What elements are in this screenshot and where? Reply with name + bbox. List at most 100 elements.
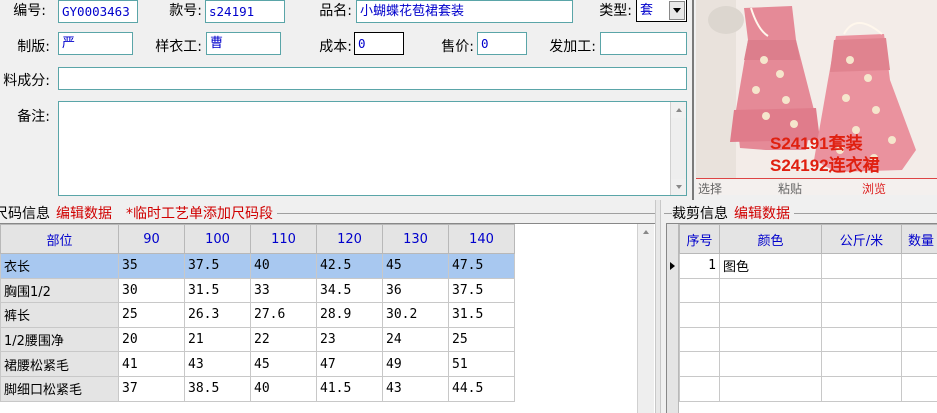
table-row[interactable]: [679, 277, 937, 304]
size-col-130[interactable]: 130: [382, 224, 449, 254]
table-cell[interactable]: [901, 302, 937, 328]
cut-edit-link[interactable]: 编辑数据: [734, 206, 790, 222]
table-cell[interactable]: 40: [250, 375, 317, 402]
size-col-120[interactable]: 120: [316, 224, 383, 254]
table-cell[interactable]: 20: [118, 326, 185, 353]
table-cell[interactable]: 衣长: [0, 253, 119, 279]
price-field[interactable]: 0: [477, 32, 527, 55]
table-cell[interactable]: 21: [184, 326, 251, 353]
remark-scrollbar[interactable]: [670, 102, 686, 195]
table-row[interactable]: [679, 351, 937, 377]
table-cell[interactable]: 裙腰松紧毛: [0, 351, 119, 377]
table-cell[interactable]: 45: [382, 253, 449, 279]
size-col-110[interactable]: 110: [250, 224, 317, 254]
table-cell[interactable]: [719, 326, 822, 353]
table-cell[interactable]: 图色: [719, 253, 822, 279]
table-row[interactable]: 1 图色: [679, 253, 937, 279]
table-cell[interactable]: 51: [448, 351, 515, 377]
cut-col-weight[interactable]: 公斤/米: [821, 224, 902, 254]
table-cell[interactable]: [719, 351, 822, 377]
size-col-part[interactable]: 部位: [0, 224, 119, 254]
size-col-90[interactable]: 90: [118, 224, 185, 254]
table-row[interactable]: [679, 302, 937, 328]
scroll-down-icon[interactable]: [671, 179, 686, 195]
cost-field[interactable]: 0: [354, 32, 404, 55]
table-cell[interactable]: [821, 351, 902, 377]
table-cell[interactable]: 41.5: [316, 375, 383, 402]
table-cell[interactable]: [901, 351, 937, 377]
code-field[interactable]: GY0003463: [58, 0, 138, 23]
table-cell[interactable]: [821, 277, 902, 304]
cut-col-index[interactable]: 序号: [679, 224, 720, 254]
grid-splitter[interactable]: [655, 200, 661, 413]
table-cell[interactable]: 34.5: [316, 277, 383, 304]
table-cell[interactable]: 42.5: [316, 253, 383, 279]
table-cell[interactable]: 1: [679, 253, 720, 279]
table-cell[interactable]: 37: [118, 375, 185, 402]
table-cell[interactable]: 30: [118, 277, 185, 304]
table-cell[interactable]: [901, 375, 937, 402]
table-row[interactable]: 1/2腰围净 20 21 22 23 24 25: [0, 326, 515, 353]
cut-col-color[interactable]: 颜色: [719, 224, 822, 254]
table-cell[interactable]: [821, 253, 902, 279]
table-cell[interactable]: 40: [250, 253, 317, 279]
table-cell[interactable]: [719, 302, 822, 328]
remark-textarea[interactable]: [58, 101, 687, 196]
table-cell[interactable]: 23: [316, 326, 383, 353]
table-cell[interactable]: 41: [118, 351, 185, 377]
table-row[interactable]: [679, 375, 937, 402]
table-cell[interactable]: 22: [250, 326, 317, 353]
size-col-140[interactable]: 140: [448, 224, 515, 254]
table-cell[interactable]: 49: [382, 351, 449, 377]
table-cell[interactable]: 36: [382, 277, 449, 304]
style-no-field[interactable]: s24191: [205, 0, 285, 23]
table-cell[interactable]: 43: [184, 351, 251, 377]
table-cell[interactable]: [901, 277, 937, 304]
scroll-up-icon[interactable]: [671, 102, 686, 118]
table-cell[interactable]: 31.5: [448, 302, 515, 328]
table-cell[interactable]: 裤长: [0, 302, 119, 328]
table-cell[interactable]: 28.9: [316, 302, 383, 328]
table-cell[interactable]: 30.2: [382, 302, 449, 328]
product-photo[interactable]: S24191套装 S24192连衣裙: [696, 0, 937, 180]
table-cell[interactable]: 25: [448, 326, 515, 353]
table-cell[interactable]: 胸围1/2: [0, 277, 119, 304]
table-cell[interactable]: [719, 375, 822, 402]
table-cell[interactable]: [679, 375, 720, 402]
table-cell[interactable]: 35: [118, 253, 185, 279]
table-row[interactable]: 脚细口松紧毛 37 38.5 40 41.5 43 44.5: [0, 375, 515, 402]
cut-col-quantity[interactable]: 数量: [901, 224, 937, 254]
table-cell[interactable]: 43: [382, 375, 449, 402]
browse-image-link[interactable]: 浏览: [862, 180, 886, 197]
table-cell[interactable]: [679, 326, 720, 353]
table-cell[interactable]: [901, 253, 937, 279]
pattern-maker-field[interactable]: 严: [58, 32, 133, 55]
size-edit-link[interactable]: 编辑数据: [56, 206, 112, 222]
table-cell[interactable]: 1/2腰围净: [0, 326, 119, 353]
table-cell[interactable]: [901, 326, 937, 353]
table-cell[interactable]: 44.5: [448, 375, 515, 402]
table-cell[interactable]: [679, 277, 720, 304]
table-cell[interactable]: [719, 277, 822, 304]
table-cell[interactable]: 33: [250, 277, 317, 304]
table-cell[interactable]: 26.3: [184, 302, 251, 328]
table-cell[interactable]: 31.5: [184, 277, 251, 304]
sample-worker-field[interactable]: 曹: [206, 32, 281, 55]
table-cell[interactable]: [679, 302, 720, 328]
table-cell[interactable]: 47.5: [448, 253, 515, 279]
table-row[interactable]: 裙腰松紧毛 41 43 45 47 49 51: [0, 351, 515, 377]
table-cell[interactable]: 38.5: [184, 375, 251, 402]
size-temp-link[interactable]: *临时工艺单添加尺码段: [126, 206, 273, 222]
table-cell[interactable]: [821, 302, 902, 328]
paste-image-link[interactable]: 粘贴: [778, 180, 802, 197]
processor-field[interactable]: [600, 32, 687, 55]
table-row[interactable]: 裤长 25 26.3 27.6 28.9 30.2 31.5: [0, 302, 515, 328]
product-name-field[interactable]: 小蝴蝶花苞裙套装: [356, 0, 573, 23]
size-col-100[interactable]: 100: [184, 224, 251, 254]
table-cell[interactable]: [821, 375, 902, 402]
type-select[interactable]: 套: [636, 0, 687, 22]
material-field[interactable]: [58, 67, 687, 90]
table-row[interactable]: 衣长 35 37.5 40 42.5 45 47.5: [0, 253, 515, 279]
table-cell[interactable]: 24: [382, 326, 449, 353]
table-row[interactable]: 胸围1/2 30 31.5 33 34.5 36 37.5: [0, 277, 515, 304]
